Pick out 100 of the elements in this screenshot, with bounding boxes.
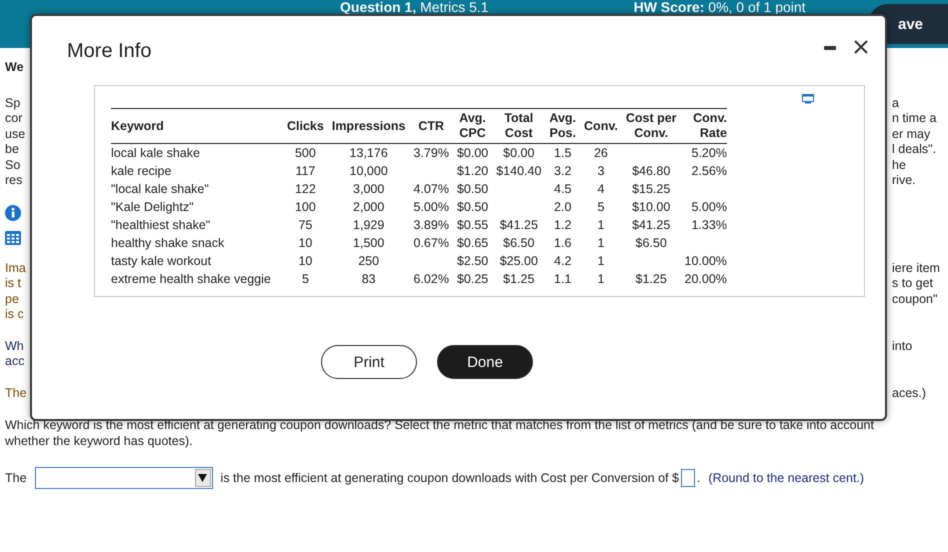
paragraph-text: The — [5, 386, 27, 401]
hw-score: HW Score: 0%, 0 of 1 point — [634, 0, 806, 14]
table-cell: 3.89% — [413, 218, 449, 232]
table-cell: $0.25 — [456, 272, 488, 286]
paragraph-text: Ima is t pe is c — [5, 260, 26, 322]
table-cell: 1,929 — [353, 218, 384, 232]
table-cell: 10 — [298, 236, 312, 250]
table-cell: 500 — [294, 146, 316, 160]
table-cell: 26 — [594, 146, 608, 160]
table-cell: $41.25 — [500, 218, 538, 232]
window-icon[interactable] — [802, 94, 814, 104]
table-cell: 4.07% — [413, 182, 449, 196]
answer-input[interactable] — [680, 469, 695, 487]
table-cell: 2,000 — [353, 200, 384, 214]
table-cell: 1.1 — [554, 272, 572, 286]
info-icon[interactable] — [5, 204, 21, 220]
done-button[interactable]: Done — [437, 345, 533, 379]
table-cell: $2.50 — [456, 254, 488, 268]
table-cell: 4.2 — [554, 254, 572, 268]
table-cell: 3,000 — [353, 182, 384, 196]
table-icon[interactable] — [5, 230, 21, 244]
table-cell: 5.00% — [413, 200, 449, 214]
column-header: Total Cost — [492, 108, 546, 144]
table-cell: "Kale Delightz" — [111, 200, 194, 214]
table-cell: $6.50 — [636, 236, 667, 250]
section-heading: We — [5, 60, 24, 76]
table-cell: 1.6 — [554, 236, 572, 250]
caret-icon — [198, 474, 208, 482]
table-cell: $0.50 — [456, 200, 488, 214]
table-cell: 4 — [597, 182, 604, 196]
table-cell: 3.2 — [554, 164, 572, 178]
paragraph-text: Wh acc — [5, 338, 24, 370]
table-cell: 100 — [294, 200, 316, 214]
table-cell: "local kale shake" — [111, 182, 209, 196]
column-header: Conv. Rate — [680, 108, 727, 144]
paragraph-text: iere item s to get coupon" — [892, 260, 941, 307]
table-cell: 2.0 — [554, 200, 572, 214]
table-cell: 122 — [294, 182, 316, 196]
table-cell: 1.33% — [691, 218, 727, 232]
table-cell: 5 — [597, 200, 604, 214]
table-cell: 10 — [298, 254, 312, 268]
answer-text: . — [696, 471, 700, 485]
column-header: Keyword — [111, 108, 283, 144]
table-cell: 2.56% — [691, 164, 727, 178]
table-cell: 117 — [295, 164, 316, 178]
paragraph-text: a n time a er may l deals". he rive. — [892, 96, 938, 188]
question-title: Question 1, Metrics 5.1 — [340, 0, 489, 14]
column-header: Cost per Conv. — [622, 108, 681, 144]
table-cell: 75 — [298, 218, 312, 232]
table-cell: $1.25 — [636, 272, 667, 286]
table-cell: 4.5 — [554, 182, 572, 196]
table-cell: 6.02% — [413, 272, 449, 286]
table-cell: 5.00% — [691, 200, 727, 214]
table-cell: 13,176 — [350, 146, 388, 160]
keyword-dropdown[interactable] — [34, 467, 213, 489]
hint-text: (Round to the nearest cent.) — [708, 471, 864, 485]
column-header: Avg. CPC — [452, 108, 492, 144]
table-cell: $0.00 — [456, 146, 488, 160]
table-cell: healthy shake snack — [111, 236, 224, 250]
table-cell: 1 — [597, 254, 604, 268]
table-cell: kale recipe — [111, 164, 172, 178]
table-cell: 0.67% — [413, 236, 449, 250]
table-cell: 5.20% — [691, 146, 727, 160]
table-cell: $1.20 — [456, 164, 488, 178]
table-cell: $0.50 — [456, 182, 488, 196]
table-cell: 10,000 — [350, 164, 388, 178]
table-cell: $10.00 — [632, 200, 670, 214]
table-cell: 1,500 — [353, 236, 384, 250]
table-cell: 3.79% — [413, 146, 449, 160]
column-header: Clicks — [283, 108, 328, 144]
column-header: Impressions — [328, 108, 410, 144]
table-cell: local kale shake — [111, 146, 200, 160]
table-cell: $140.40 — [496, 164, 542, 178]
dialog-title: More Info — [67, 40, 152, 63]
column-header: Avg. Pos. — [545, 108, 580, 144]
table-cell: 10.00% — [684, 254, 727, 268]
table-cell: 250 — [358, 254, 380, 268]
table-cell: 1.5 — [554, 146, 572, 160]
close-icon[interactable] — [853, 38, 869, 54]
table-cell: $1.25 — [503, 272, 534, 286]
table-cell: $15.25 — [632, 182, 670, 196]
table-cell: $0.65 — [456, 236, 488, 250]
table-cell: tasty kale workout — [111, 254, 212, 268]
paragraph-text: Sp cor use be So res — [5, 96, 26, 188]
table-cell: 1 — [597, 218, 604, 232]
answer-text: The — [5, 471, 27, 485]
table-cell: 1 — [597, 272, 604, 286]
table-cell: $41.25 — [632, 218, 670, 232]
table-cell: $25.00 — [500, 254, 538, 268]
table-cell: $6.50 — [503, 236, 534, 250]
table-cell: $0.00 — [503, 146, 534, 160]
answer-text: is the most efficient at generating coupon downloads with Cost per Conversion of $ — [220, 471, 679, 485]
column-header: CTR — [409, 108, 453, 144]
table-cell: $0.55 — [456, 218, 488, 232]
table-cell: 1.2 — [554, 218, 572, 232]
table-cell: $46.80 — [632, 164, 670, 178]
table-cell: 1 — [597, 236, 604, 250]
paragraph-text: into — [892, 338, 914, 354]
print-button[interactable]: Print — [321, 345, 417, 379]
table-cell: extreme health shake veggie — [111, 272, 271, 286]
